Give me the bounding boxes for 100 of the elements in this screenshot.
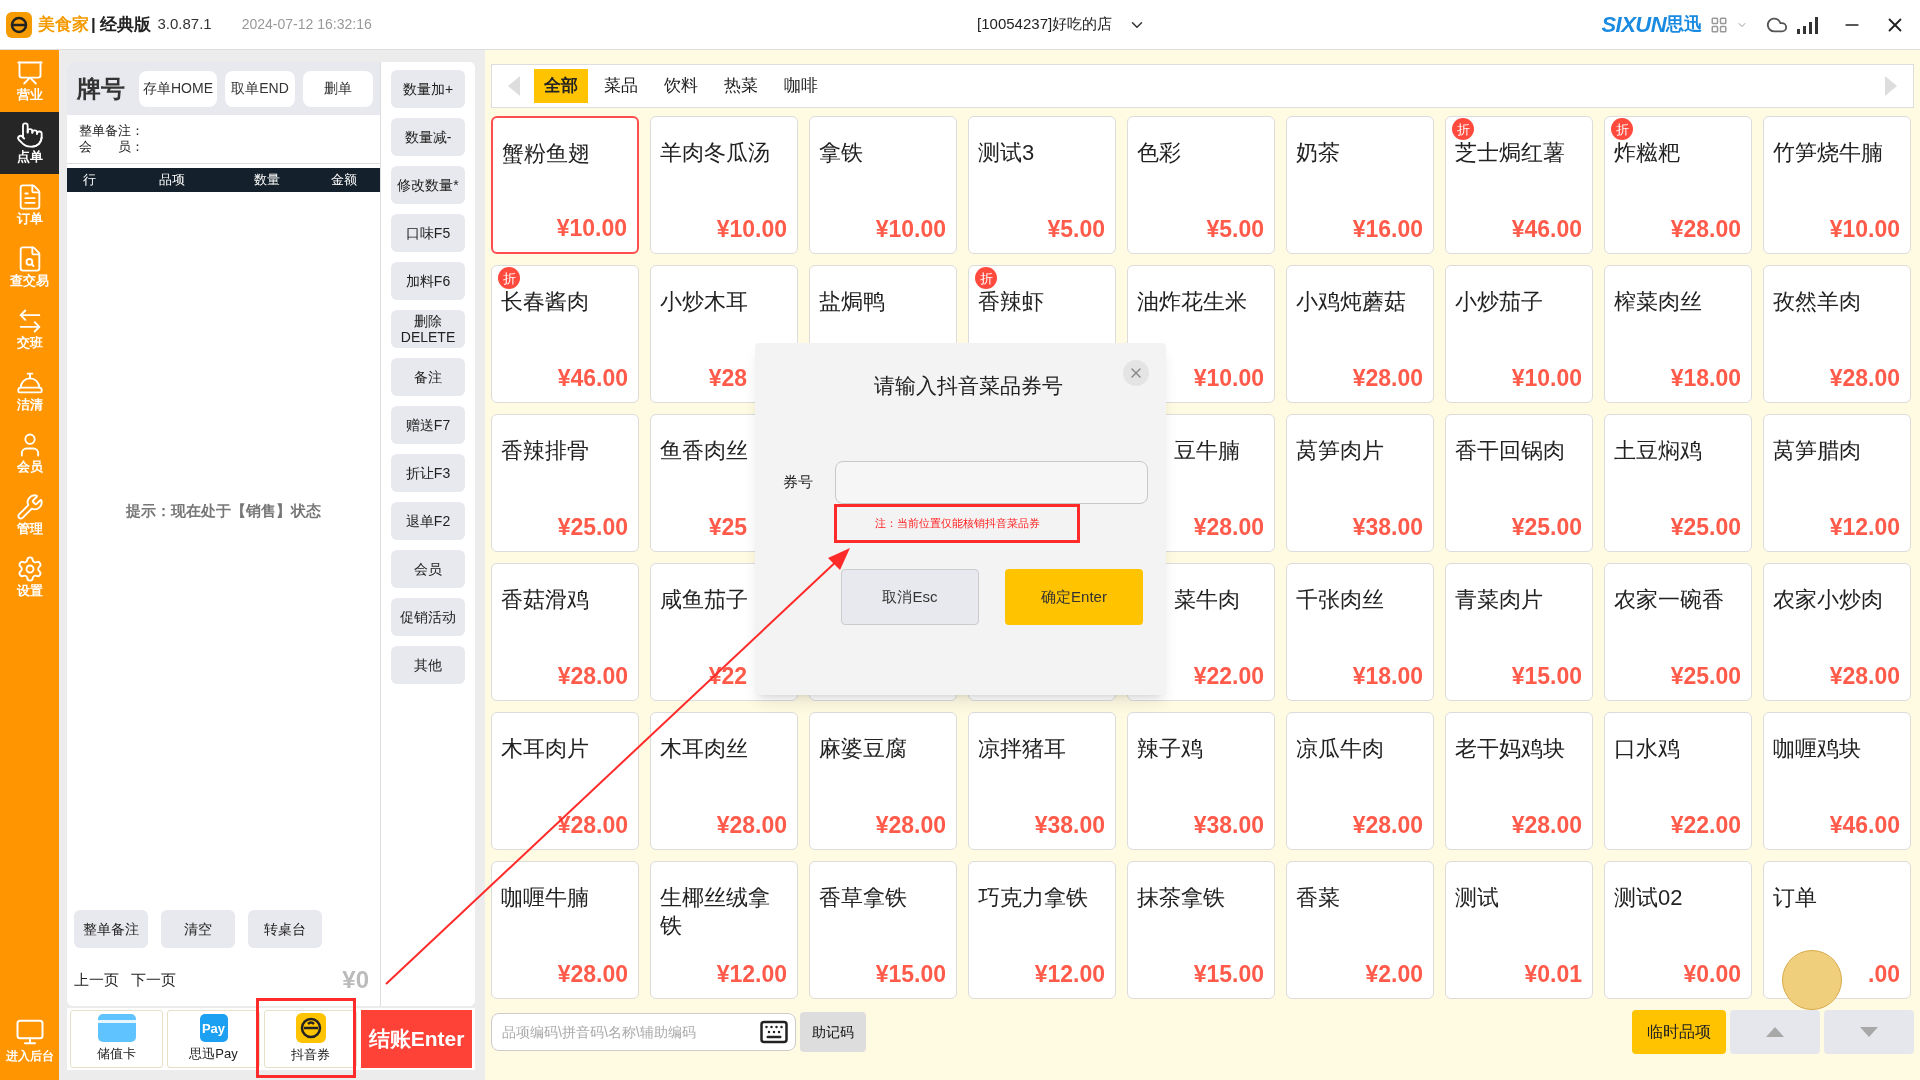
column-header: 金额 — [329, 171, 358, 190]
menu-item-card[interactable]: 折 芝士焗红薯 ¥46.00 — [1445, 116, 1593, 254]
function-button[interactable]: 口味F5 — [391, 214, 465, 252]
sidebar-label: 订单 — [16, 211, 43, 227]
menu-item-card[interactable]: 巧克力拿铁 ¥12.00 — [968, 861, 1116, 999]
menu-item-card[interactable]: 千张肉丝 ¥18.00 — [1286, 563, 1434, 701]
menu-item-card[interactable]: 香干回锅肉 ¥25.00 — [1445, 414, 1593, 552]
menu-item-card[interactable]: 口水鸡 ¥22.00 — [1604, 712, 1752, 850]
search-field[interactable]: 品项编码\拼音码\名称\辅助编码 — [502, 1021, 759, 1043]
order-tool-button[interactable]: 整单备注 — [74, 910, 148, 948]
function-button[interactable]: 其他 — [391, 646, 465, 684]
item-price: ¥28.00 — [1193, 513, 1264, 541]
pager-link[interactable]: 上一页 — [74, 968, 119, 992]
note-text: 注：当前位置仅能核销抖音菜品券 — [834, 504, 1080, 543]
menu-item-card[interactable]: 老干妈鸡块 ¥28.00 — [1445, 712, 1593, 850]
menu-item-card[interactable]: 莴笋肉片 ¥38.00 — [1286, 414, 1434, 552]
item-price: ¥28.00 — [1670, 215, 1741, 243]
function-button[interactable]: 加料F6 — [391, 262, 465, 300]
menu-item-card[interactable]: 拿铁 ¥10.00 — [809, 116, 957, 254]
menu-item-card[interactable]: 抹茶拿铁 ¥15.00 — [1127, 861, 1275, 999]
menu-item-card[interactable]: 咖喱牛腩 ¥28.00 — [491, 861, 639, 999]
menu-item-card[interactable]: 测试3 ¥5.00 — [968, 116, 1116, 254]
menu-item-card[interactable]: 木耳肉丝 ¥28.00 — [650, 712, 798, 850]
menu-item-card[interactable]: 凉瓜牛肉 ¥28.00 — [1286, 712, 1434, 850]
menu-item-card[interactable]: 折 长春酱肉 ¥46.00 — [491, 265, 639, 403]
function-button[interactable]: 删除 DELETE — [391, 310, 465, 348]
menu-item-card[interactable]: 香辣排骨 ¥25.00 — [491, 414, 639, 552]
function-button[interactable]: 备注 — [391, 358, 465, 396]
temp-item-button[interactable]: 临时品项 — [1632, 1010, 1726, 1054]
function-button[interactable]: 会员 — [391, 550, 465, 588]
item-price: ¥28.00 — [557, 960, 628, 988]
item-price: ¥28.00 — [557, 811, 628, 839]
item-name: 盐焗鸭 — [819, 289, 885, 314]
menu-item-card[interactable]: 农家一碗香 ¥25.00 — [1604, 563, 1752, 701]
function-button[interactable]: 折让F3 — [391, 454, 465, 492]
cancel-button[interactable]: 取消Esc — [841, 569, 979, 625]
grid-icon[interactable] — [1710, 15, 1728, 34]
category-tab[interactable]: 全部 — [534, 69, 588, 103]
menu-item-card[interactable]: 测试 ¥0.01 — [1445, 861, 1593, 999]
close-button[interactable] — [1123, 360, 1149, 386]
item-price: .00 — [1868, 960, 1900, 988]
item-name: 农家一碗香 — [1614, 587, 1724, 612]
menu-item-card[interactable]: 辣子鸡 ¥38.00 — [1127, 712, 1275, 850]
menu-item-card[interactable]: 小鸡炖蘑菇 ¥28.00 — [1286, 265, 1434, 403]
menu-item-card[interactable]: 莴笋腊肉 ¥12.00 — [1763, 414, 1911, 552]
sidebar-item[interactable]: 点单 — [0, 112, 59, 174]
order-tool-button[interactable]: 清空 — [161, 910, 235, 948]
store-name[interactable]: [10054237]好吃的店 — [977, 13, 1113, 36]
menu-item-card[interactable]: 土豆焖鸡 ¥25.00 — [1604, 414, 1752, 552]
category-tab[interactable]: 热菜 — [714, 69, 768, 103]
item-price: ¥28 — [708, 364, 747, 392]
function-button[interactable]: 退单F2 — [391, 502, 465, 540]
confirm-button[interactable]: 确定Enter — [1005, 569, 1143, 625]
category-tab[interactable]: 菜品 — [594, 69, 648, 103]
order-tool-button[interactable]: 转桌台 — [248, 910, 322, 948]
coupon-input[interactable] — [835, 461, 1148, 504]
menu-item-card[interactable]: 羊肉冬瓜汤 ¥10.00 — [650, 116, 798, 254]
function-button[interactable]: 数量加+ — [391, 70, 465, 108]
scroll-up-button[interactable] — [1730, 1010, 1820, 1054]
order-action-button[interactable]: 取单END — [225, 70, 295, 107]
item-price: ¥10.00 — [556, 214, 627, 242]
category-tab[interactable]: 咖啡 — [774, 69, 828, 103]
menu-item-card[interactable]: 生椰丝绒拿铁 ¥12.00 — [650, 861, 798, 999]
item-name: 榨菜肉丝 — [1614, 289, 1702, 314]
menu-item-card[interactable]: 孜然羊肉 ¥28.00 — [1763, 265, 1911, 403]
datetime-text: 2024-07-12 16:32:16 — [241, 15, 372, 34]
menu-item-card[interactable]: 奶茶 ¥16.00 — [1286, 116, 1434, 254]
item-name: 香辣虾 — [978, 289, 1044, 314]
menu-item-card[interactable]: 麻婆豆腐 ¥28.00 — [809, 712, 957, 850]
scroll-down-button[interactable] — [1824, 1010, 1914, 1054]
menu-item-card[interactable]: 蟹粉鱼翅 ¥10.00 — [491, 116, 639, 254]
order-action-button[interactable]: 删单 — [303, 70, 373, 107]
menu-item-card[interactable]: 榨菜肉丝 ¥18.00 — [1604, 265, 1752, 403]
mnemonic-button[interactable]: 助记码 — [800, 1012, 866, 1052]
item-price: ¥5.00 — [1206, 215, 1264, 243]
menu-item-card[interactable]: 凉拌猪耳 ¥38.00 — [968, 712, 1116, 850]
menu-item-card[interactable]: 竹笋烧牛腩 ¥10.00 — [1763, 116, 1911, 254]
search-box[interactable]: 品项编码\拼音码\名称\辅助编码 — [491, 1013, 796, 1051]
menu-item-card[interactable]: 咖喱鸡块 ¥46.00 — [1763, 712, 1911, 850]
order-action-button[interactable]: 存单HOME — [139, 70, 217, 107]
function-button[interactable]: 修改数量* — [391, 166, 465, 204]
menu-item-card[interactable]: 小炒茄子 ¥10.00 — [1445, 265, 1593, 403]
menu-item-card[interactable]: 色彩 ¥5.00 — [1127, 116, 1275, 254]
pager-link[interactable]: 下一页 — [131, 968, 176, 992]
menu-item-card[interactable]: 折 炸糍粑 ¥28.00 — [1604, 116, 1752, 254]
item-name: 香菇滑鸡 — [501, 587, 589, 612]
menu-item-card[interactable]: 青菜肉片 ¥15.00 — [1445, 563, 1593, 701]
menu-item-card[interactable]: 香草拿铁 ¥15.00 — [809, 861, 957, 999]
payment-button[interactable]: 抖音券 — [264, 1010, 357, 1068]
function-button[interactable]: 赠送F7 — [391, 406, 465, 444]
function-button[interactable]: 数量减- — [391, 118, 465, 156]
payment-button[interactable]: Pay 思迅Pay — [167, 1010, 260, 1068]
function-button[interactable]: 促销活动 — [391, 598, 465, 636]
menu-item-card[interactable]: 香菇滑鸡 ¥28.00 — [491, 563, 639, 701]
menu-item-card[interactable]: 测试02 ¥0.00 — [1604, 861, 1752, 999]
category-tab[interactable]: 饮料 — [654, 69, 708, 103]
menu-item-card[interactable]: 香菜 ¥2.00 — [1286, 861, 1434, 999]
menu-item-card[interactable]: 农家小炒肉 ¥28.00 — [1763, 563, 1911, 701]
payment-button[interactable]: 储值卡 — [70, 1010, 163, 1068]
menu-item-card[interactable]: 木耳肉片 ¥28.00 — [491, 712, 639, 850]
